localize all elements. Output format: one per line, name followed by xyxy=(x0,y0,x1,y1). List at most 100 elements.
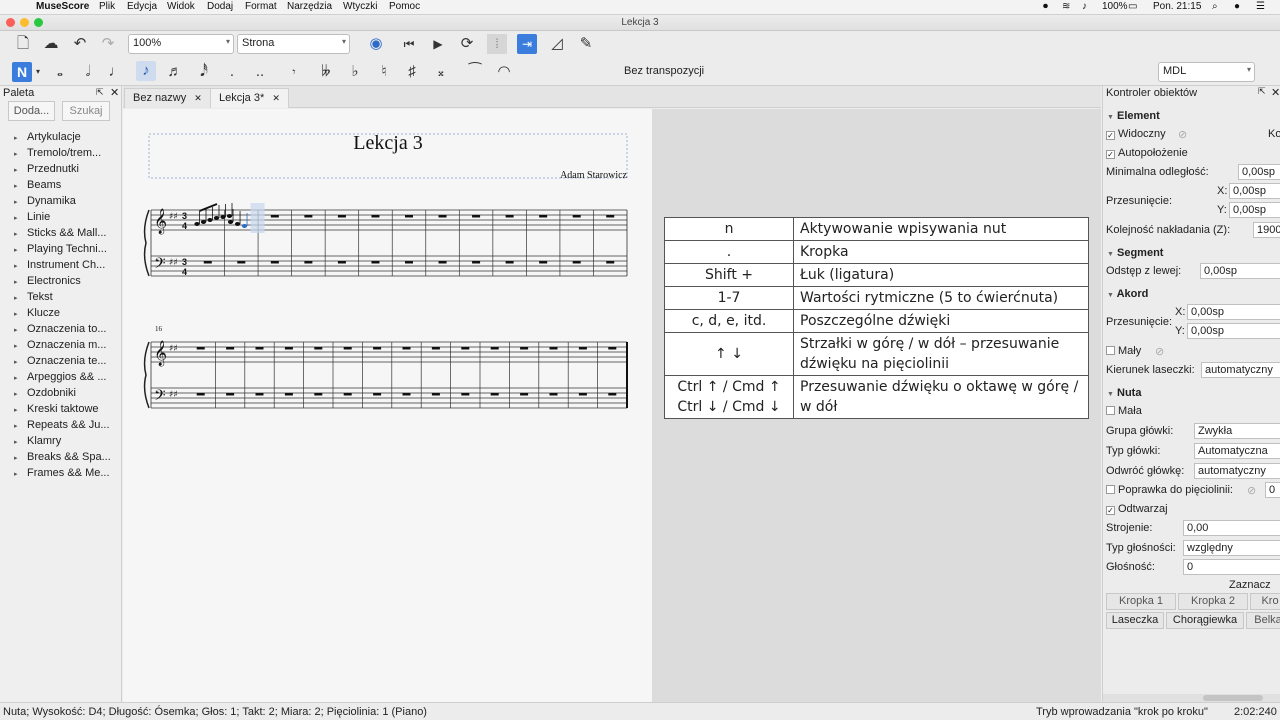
tab-lekcja-3[interactable]: Lekcja 3* ✕ xyxy=(210,88,289,108)
menu-narzedzia[interactable]: Narzędzia xyxy=(287,1,332,12)
battery-icon[interactable]: ▭ xyxy=(1128,1,1137,12)
whole-rest[interactable] xyxy=(438,215,447,218)
clock[interactable]: Pon. 21:15 xyxy=(1153,1,1201,12)
chord-offset-x-field[interactable]: 0,00sp xyxy=(1187,304,1280,320)
whole-rest[interactable] xyxy=(505,215,514,218)
tab-bez-nazwy[interactable]: Bez nazwy ✕ xyxy=(124,88,211,108)
key-signature[interactable]: ♯♯ xyxy=(169,344,178,354)
reset-icon[interactable]: ⊘ xyxy=(1155,345,1164,358)
palette-item[interactable]: ▸ Electronics xyxy=(14,275,81,287)
reset-icon[interactable]: ⊘ xyxy=(1178,128,1187,141)
bass-clef[interactable]: 𝄢 xyxy=(154,255,166,276)
whole-rest[interactable] xyxy=(196,347,205,350)
whole-rest[interactable] xyxy=(608,393,617,396)
sharp-icon[interactable]: ♯ xyxy=(402,62,422,82)
key-signature[interactable]: ♯♯ xyxy=(169,390,178,400)
select-dot3-button[interactable]: Kro xyxy=(1250,593,1280,610)
palette-item[interactable]: ▸ Dynamika xyxy=(14,195,76,207)
whole-rest[interactable] xyxy=(343,347,352,350)
stacking-field[interactable]: 1900 xyxy=(1253,222,1280,238)
palette-search-button[interactable]: Szukaj xyxy=(62,101,110,121)
palette-item[interactable]: ▸ Ozdobniki xyxy=(14,387,76,399)
palette-item[interactable]: ▸ Klamry xyxy=(14,435,61,447)
double-dot-icon[interactable]: .. xyxy=(250,62,270,82)
sixteenth-note-icon[interactable]: ♬ xyxy=(165,62,185,82)
menu-format[interactable]: Format xyxy=(245,1,277,12)
rewind-icon[interactable]: ⏮ xyxy=(399,34,419,54)
palette-item[interactable]: ▸ Breaks && Spa... xyxy=(14,451,111,463)
whole-rest[interactable] xyxy=(520,347,529,350)
new-file-icon[interactable]: 🗋 xyxy=(13,34,33,54)
note-head[interactable] xyxy=(226,214,233,218)
score-page[interactable]: Lekcja 3 Adam Starowicz 𝄞𝄢♯♯♯♯3434 𝄞𝄢♯♯♯… xyxy=(123,109,652,702)
menu-plik[interactable]: Plik xyxy=(99,1,115,12)
palette-item[interactable]: ▸ Przednutki xyxy=(14,163,79,175)
repeat-playback-icon[interactable]: ⁞ xyxy=(487,34,507,54)
close-icon[interactable]: ✕ xyxy=(272,93,280,103)
dot-icon[interactable]: . xyxy=(222,62,242,82)
note-head[interactable] xyxy=(213,216,220,220)
key-signature[interactable]: ♯♯ xyxy=(169,258,178,268)
palette-item[interactable]: ▸ Frames && Me... xyxy=(14,467,110,479)
whole-rest[interactable] xyxy=(606,215,615,218)
redo-icon[interactable]: ↷ xyxy=(98,34,118,54)
whole-rest[interactable] xyxy=(520,393,529,396)
whole-rest[interactable] xyxy=(255,393,264,396)
whole-rest[interactable] xyxy=(373,347,382,350)
workspace-select[interactable]: MDL ▾ xyxy=(1158,62,1255,82)
note-head[interactable] xyxy=(194,222,200,226)
menu-app[interactable]: MuseScore xyxy=(36,1,89,12)
whole-rest[interactable] xyxy=(431,347,440,350)
float-panel-icon[interactable]: ⇱ xyxy=(1258,86,1266,97)
time-signature[interactable]: 3 xyxy=(182,257,187,267)
visible-checkbox[interactable]: ✓ Widoczny xyxy=(1106,128,1166,140)
element-section-header[interactable]: ▼ Element xyxy=(1107,110,1160,122)
whole-rest[interactable] xyxy=(284,347,293,350)
play-checkbox[interactable]: ✓ Odtwarzaj xyxy=(1106,503,1168,515)
whole-rest[interactable] xyxy=(203,261,212,264)
whole-rest[interactable] xyxy=(343,393,352,396)
siri-icon[interactable]: ● xyxy=(1234,1,1240,12)
velocity-field[interactable]: 0 xyxy=(1183,559,1280,575)
whole-rest[interactable] xyxy=(405,215,413,218)
min-distance-field[interactable]: 0,00sp xyxy=(1238,164,1280,180)
time-signature[interactable]: 3 xyxy=(182,211,187,221)
autoplace-checkbox[interactable]: ✓ Autopołożenie xyxy=(1106,147,1188,159)
select-hook-button[interactable]: Chorągiewka xyxy=(1166,612,1244,629)
midi-input-icon[interactable]: ◉ xyxy=(366,34,386,54)
record-icon[interactable]: ⏺ xyxy=(1043,1,1048,12)
palette-item[interactable]: ▸ Tremolo/trem... xyxy=(14,147,101,159)
note-input-icon[interactable]: N xyxy=(12,62,32,82)
double-flat-icon[interactable]: 𝄫 xyxy=(316,62,336,82)
whole-rest[interactable] xyxy=(304,215,313,218)
tuning-field[interactable]: 0,00 xyxy=(1183,520,1280,536)
whole-rest[interactable] xyxy=(226,347,235,350)
undo-icon[interactable]: ↶ xyxy=(70,34,90,54)
palette-item[interactable]: ▸ Kreski taktowe xyxy=(14,403,99,415)
whole-rest[interactable] xyxy=(572,261,581,264)
loop-icon[interactable]: ⟳ xyxy=(457,34,477,54)
brace[interactable] xyxy=(143,341,150,409)
close-icon[interactable]: ✕ xyxy=(194,93,202,103)
select-dot1-button[interactable]: Kropka 1 xyxy=(1106,593,1176,610)
whole-rest[interactable] xyxy=(606,261,615,264)
note-small-checkbox[interactable]: Mała xyxy=(1106,405,1142,417)
whole-rest[interactable] xyxy=(490,393,499,396)
note-head[interactable] xyxy=(220,215,226,219)
offset-x-field[interactable]: 0,00sp xyxy=(1229,183,1280,199)
play-icon[interactable]: ▶ xyxy=(428,34,448,54)
note-head[interactable] xyxy=(207,218,213,222)
head-type-select[interactable]: Automatyczna xyxy=(1194,443,1280,459)
offset-y-field[interactable]: 0,00sp xyxy=(1229,202,1280,218)
whole-rest[interactable] xyxy=(578,393,587,396)
palette-item[interactable]: ▸ Oznaczenia m... xyxy=(14,339,106,351)
palette-item[interactable]: ▸ Sticks && Mall... xyxy=(14,227,106,239)
whole-rest[interactable] xyxy=(549,393,558,396)
whole-rest[interactable] xyxy=(549,347,558,350)
note-head[interactable] xyxy=(234,222,241,226)
whole-rest[interactable] xyxy=(373,393,382,396)
palette-item[interactable]: ▸ Beams xyxy=(14,179,61,191)
wifi-icon[interactable]: ≋ xyxy=(1062,1,1070,12)
whole-rest[interactable] xyxy=(461,347,470,350)
whole-rest[interactable] xyxy=(431,393,440,396)
